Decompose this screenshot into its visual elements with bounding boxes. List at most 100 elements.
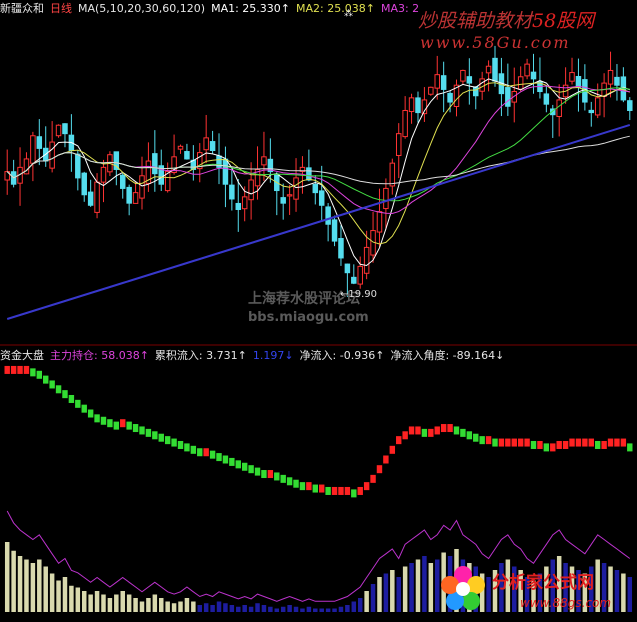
volume-bar	[75, 587, 81, 612]
watermark-bottom-url: www.88gs.com	[520, 596, 612, 610]
candle-body	[177, 145, 184, 150]
volume-bar	[4, 542, 10, 612]
candle-body	[440, 75, 447, 90]
main-position-step	[87, 409, 94, 418]
ma1-value: MA1: 25.330↑	[211, 2, 291, 15]
main-position-step	[434, 426, 440, 435]
volume-bar	[621, 573, 626, 612]
volume-bar	[120, 591, 125, 612]
candle-body	[363, 246, 370, 274]
candle-body	[325, 206, 331, 225]
volume-bar	[627, 577, 633, 612]
volume-bar	[159, 598, 164, 612]
volume-bar	[43, 566, 48, 612]
volume-bar	[338, 606, 344, 612]
price-panel-header: 新疆众和 日线 MA(5,10,20,30,60,120) MA1: 25.330↑ M…	[0, 2, 425, 15]
candle-body	[447, 92, 453, 103]
volume-bar	[223, 603, 228, 612]
candle-body	[543, 93, 550, 105]
volume-bar	[49, 573, 55, 612]
candle-body	[395, 133, 402, 156]
candle-body	[306, 167, 312, 181]
candle-body	[222, 158, 229, 185]
period-label: 日线	[50, 2, 72, 15]
volume-bar	[139, 601, 145, 612]
volume-bar	[313, 608, 318, 612]
volume-bar	[69, 585, 74, 612]
volume-bar	[345, 605, 350, 612]
volume-bar	[357, 598, 363, 612]
candle-body	[331, 219, 338, 242]
net-inflow-angle-value: 净流入角度: -89.164↓	[390, 349, 505, 362]
main-position-step	[357, 486, 363, 495]
net-inflow-value: 净流入: -0.936↑	[299, 349, 385, 362]
main-position-step	[158, 433, 164, 442]
indicator-name: 资金大盘	[0, 349, 44, 362]
candle-body	[556, 99, 562, 117]
main-position-step	[447, 424, 453, 433]
candle-body	[30, 135, 36, 164]
main-position-step	[190, 445, 197, 454]
main-position-step	[338, 486, 344, 495]
cumulative-inflow-value: 累积流入: 3.731↑	[154, 349, 247, 362]
candle-body	[184, 151, 190, 160]
volume-bar	[614, 570, 620, 612]
volume-bar	[178, 601, 183, 612]
candle-body	[575, 75, 582, 88]
candle-body	[492, 57, 498, 82]
candle-body	[376, 211, 383, 233]
volume-bar	[242, 605, 247, 612]
candle-body	[351, 276, 357, 284]
candle-body	[389, 162, 396, 187]
main-position-step	[113, 421, 120, 430]
main-position-step	[171, 438, 177, 447]
volume-bar	[383, 573, 389, 612]
main-position-step	[312, 484, 318, 493]
candle-body	[614, 76, 620, 86]
candle-body	[530, 71, 537, 80]
candle-body	[627, 100, 633, 111]
ma5-line	[6, 78, 630, 267]
volume-bar	[152, 594, 158, 612]
volume-bar	[364, 591, 369, 612]
volume-bar	[203, 603, 209, 612]
candle-body	[152, 153, 158, 175]
candle-body	[588, 109, 595, 114]
candle-body	[485, 65, 492, 74]
main-position-step	[261, 470, 267, 479]
ma-definition: MA(5,10,20,30,60,120)	[78, 2, 206, 15]
main-position-step	[229, 457, 235, 466]
main-position-step	[351, 489, 357, 498]
main-position-step	[325, 486, 331, 495]
volume-bar	[229, 605, 235, 612]
main-position-step	[197, 448, 203, 457]
main-position-step	[415, 426, 421, 435]
main-position-step	[524, 438, 530, 447]
main-position-step	[75, 399, 81, 408]
main-position-value: 主力持仓: 58.038↑	[50, 349, 149, 362]
candle-body	[594, 97, 601, 116]
watermark-top-brand-text: 炒股辅助教材	[418, 10, 533, 32]
volume-bar	[107, 598, 113, 612]
candle-body	[119, 174, 126, 189]
main-position-step	[17, 365, 23, 374]
candle-body	[473, 86, 479, 97]
main-position-step	[498, 438, 505, 447]
hidden-item-value: 1.197↓	[252, 349, 294, 362]
candle-body	[383, 187, 389, 210]
main-position-step	[55, 385, 62, 394]
main-position-step	[319, 484, 325, 493]
stock-title: 新疆众和	[0, 2, 44, 15]
candle-body	[293, 177, 299, 200]
candle-body	[434, 74, 440, 89]
main-position-step	[383, 455, 389, 464]
logo-flower-icon	[441, 566, 485, 610]
candle-body	[428, 86, 434, 95]
candle-body	[261, 156, 267, 166]
candle-body	[357, 265, 363, 285]
volume-bar	[248, 606, 254, 612]
volume-bar	[197, 605, 203, 612]
candle-body	[460, 69, 466, 82]
candle-body	[569, 72, 575, 82]
watermark-mid-url: bbs.miaogu.com	[248, 310, 369, 325]
